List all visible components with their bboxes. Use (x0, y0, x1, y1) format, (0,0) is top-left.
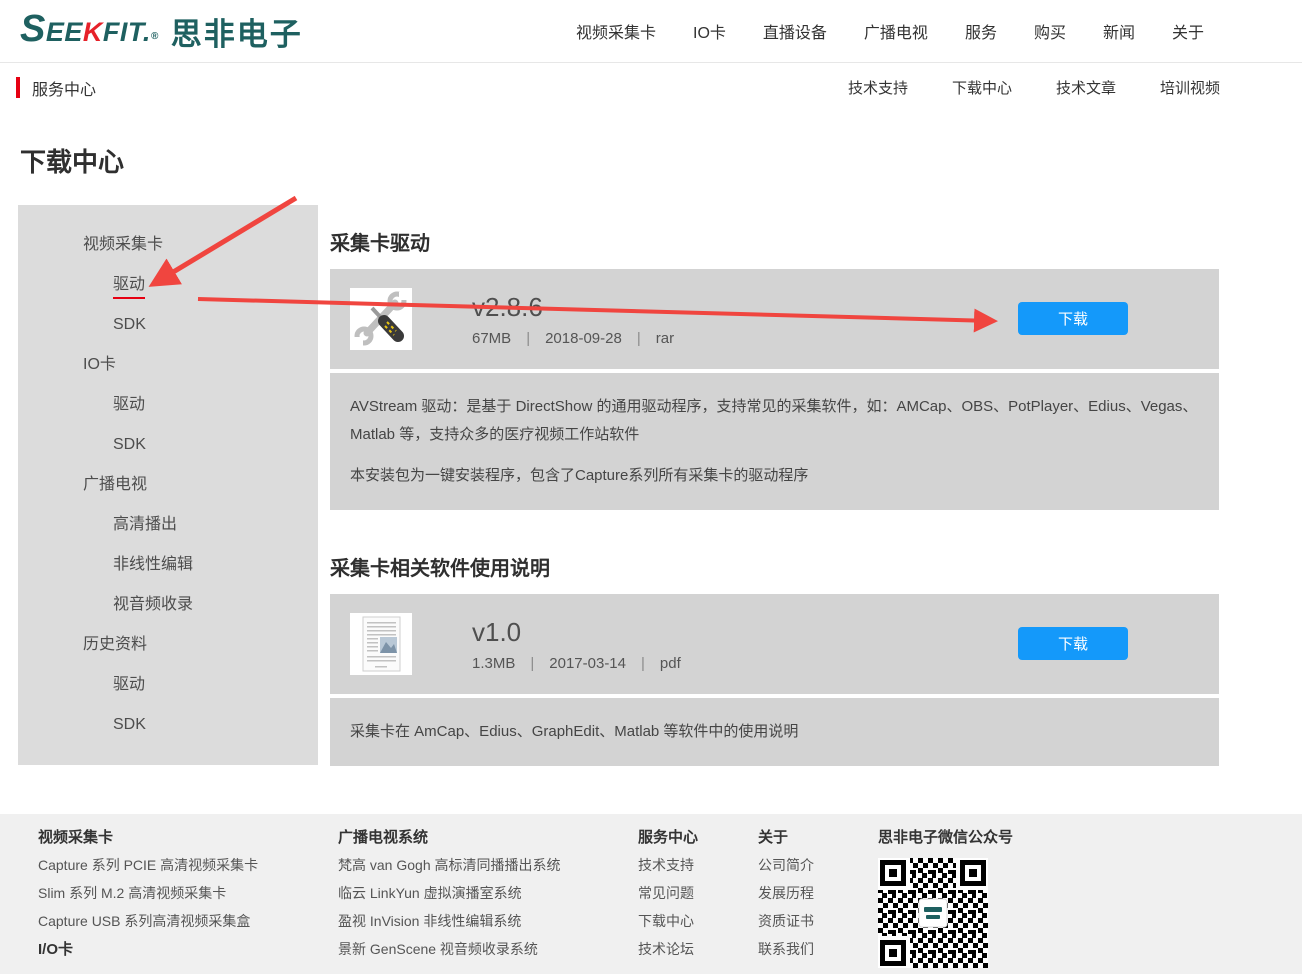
file-info: v1.0 1.3MB | 2017-03-14 | pdf (472, 617, 681, 672)
footer-col-about: 关于 公司简介 发展历程 资质证书 联系我们 (758, 830, 878, 974)
section-title-driver: 采集卡驱动 (330, 227, 1219, 256)
version-label: v1.0 (472, 617, 681, 648)
sidebar-item-broadcast[interactable]: 广播电视 (18, 465, 318, 505)
brand-logo-latin: SEEKFIT.® (20, 15, 159, 48)
download-list: 采集卡驱动 v2.8.6 67MB | 2018-09-28 (330, 205, 1219, 766)
footer-link[interactable]: 临云 LinkYun 虚拟演播室系统 (338, 886, 638, 901)
section-bar: 服务中心 技术支持 下载中心 技术文章 培训视频 (0, 62, 1302, 112)
site-header: SEEKFIT.® 思非电子 视频采集卡 IO卡 直播设备 广播电视 服务 购买… (0, 0, 1302, 62)
file-meta: 67MB | 2018-09-28 | rar (472, 330, 674, 347)
breadcrumb: 服务中心 (16, 76, 96, 100)
page-title: 下载中心 (20, 142, 1302, 179)
footer-col-service: 服务中心 技术支持 常见问题 下载中心 技术论坛 (638, 830, 758, 974)
footer-link[interactable]: 梵高 van Gogh 高标清同播播出系统 (338, 858, 638, 873)
sidebar-item-nonlinear-edit[interactable]: 非线性编辑 (18, 545, 318, 585)
sidebar-item-sdk[interactable]: SDK (18, 305, 318, 345)
file-date: 2018-09-28 (545, 330, 622, 347)
section-title-manual: 采集卡相关软件使用说明 (330, 552, 1219, 581)
description-paragraph: AVStream 驱动：是基于 DirectShow 的通用驱动程序，支持常见的… (350, 393, 1199, 449)
footer-heading: I/O卡 (38, 942, 338, 957)
footer-link[interactable]: 公司简介 (758, 858, 878, 873)
sidebar-item-history-driver[interactable]: 驱动 (18, 665, 318, 705)
file-format: rar (656, 330, 674, 347)
sidebar-item-io-driver[interactable]: 驱动 (18, 385, 318, 425)
site-footer: 视频采集卡 Capture 系列 PCIE 高清视频采集卡 Slim 系列 M.… (0, 814, 1302, 974)
sidebar-item-driver-active[interactable]: 驱动 (18, 265, 318, 305)
brand-logo[interactable]: SEEKFIT.® 思非电子 (20, 9, 303, 54)
nav-item-broadcast-tv[interactable]: 广播电视 (864, 19, 928, 43)
nav-item-service[interactable]: 服务 (965, 19, 997, 43)
sidebar-item-history[interactable]: 历史资料 (18, 625, 318, 665)
subnav-download-center[interactable]: 下载中心 (952, 77, 1012, 98)
sidebar-item-io-sdk[interactable]: SDK (18, 425, 318, 465)
subnav-tech-articles[interactable]: 技术文章 (1056, 77, 1116, 98)
description-paragraph: 采集卡在 AmCap、Edius、GraphEdit、Matlab 等软件中的使… (350, 718, 1199, 746)
manual-description: 采集卡在 AmCap、Edius、GraphEdit、Matlab 等软件中的使… (330, 698, 1219, 766)
download-card-driver: v2.8.6 67MB | 2018-09-28 | rar 下载 (330, 269, 1219, 369)
red-accent-bar (16, 77, 20, 98)
sidebar-item-av-record[interactable]: 视音频收录 (18, 585, 318, 625)
category-sidebar: 视频采集卡 驱动 SDK IO卡 驱动 SDK 广播电视 高清播出 非线性编辑 … (18, 205, 318, 765)
subnav-tech-support[interactable]: 技术支持 (848, 77, 908, 98)
download-card-manual: v1.0 1.3MB | 2017-03-14 | pdf 下载 (330, 594, 1219, 694)
footer-heading: 思非电子微信公众号 (878, 830, 1013, 845)
description-paragraph: 本安装包为一键安装程序，包含了Capture系列所有采集卡的驱动程序 (350, 462, 1199, 490)
meta-separator: | (530, 655, 534, 672)
content-area: 视频采集卡 驱动 SDK IO卡 驱动 SDK 广播电视 高清播出 非线性编辑 … (0, 205, 1302, 766)
nav-item-live-devices[interactable]: 直播设备 (763, 19, 827, 43)
footer-heading: 关于 (758, 830, 878, 845)
meta-separator: | (641, 655, 645, 672)
footer-heading: 广播电视系统 (338, 830, 638, 845)
subnav-training-videos[interactable]: 培训视频 (1160, 77, 1220, 98)
footer-link[interactable]: Capture USB 系列高清视频采集盒 (38, 914, 338, 929)
footer-link[interactable]: 下载中心 (638, 914, 758, 929)
nav-item-buy[interactable]: 购买 (1034, 19, 1066, 43)
footer-col-capture: 视频采集卡 Capture 系列 PCIE 高清视频采集卡 Slim 系列 M.… (38, 830, 338, 974)
footer-heading: 服务中心 (638, 830, 758, 845)
footer-link[interactable]: 联系我们 (758, 942, 878, 957)
footer-link[interactable]: 技术支持 (638, 858, 758, 873)
nav-item-capture-cards[interactable]: 视频采集卡 (576, 19, 656, 43)
sidebar-item-video-capture[interactable]: 视频采集卡 (18, 225, 318, 265)
footer-link[interactable]: 常见问题 (638, 886, 758, 901)
footer-link[interactable]: 资质证书 (758, 914, 878, 929)
sidebar-item-history-sdk[interactable]: SDK (18, 705, 318, 745)
sidebar-item-io-card[interactable]: IO卡 (18, 345, 318, 385)
nav-item-io-cards[interactable]: IO卡 (693, 19, 726, 43)
footer-link[interactable]: 技术论坛 (638, 942, 758, 957)
footer-link[interactable]: 景新 GenScene 视音频收录系统 (338, 942, 638, 957)
meta-separator: | (526, 330, 530, 347)
footer-col-wechat: 思非电子微信公众号 (878, 830, 1013, 974)
nav-item-news[interactable]: 新闻 (1103, 19, 1135, 43)
download-button-driver[interactable]: 下载 (1018, 302, 1128, 335)
footer-link[interactable]: 盈视 InVision 非线性编辑系统 (338, 914, 638, 929)
footer-heading: 视频采集卡 (38, 830, 338, 845)
sidebar-item-hd-playout[interactable]: 高清播出 (18, 505, 318, 545)
driver-description: AVStream 驱动：是基于 DirectShow 的通用驱动程序，支持常见的… (330, 373, 1219, 510)
file-meta: 1.3MB | 2017-03-14 | pdf (472, 655, 681, 672)
footer-link[interactable]: Slim 系列 M.2 高清视频采集卡 (38, 886, 338, 901)
wechat-qr-code (878, 858, 988, 968)
file-format: pdf (660, 655, 681, 672)
meta-separator: | (637, 330, 641, 347)
version-label: v2.8.6 (472, 292, 674, 323)
document-icon (350, 613, 412, 675)
file-date: 2017-03-14 (549, 655, 626, 672)
file-size: 1.3MB (472, 655, 515, 672)
file-info: v2.8.6 67MB | 2018-09-28 | rar (472, 292, 674, 347)
nav-item-about[interactable]: 关于 (1172, 19, 1204, 43)
file-size: 67MB (472, 330, 511, 347)
download-button-manual[interactable]: 下载 (1018, 627, 1128, 660)
tools-icon (350, 288, 412, 350)
breadcrumb-title: 服务中心 (32, 76, 96, 100)
main-nav: 视频采集卡 IO卡 直播设备 广播电视 服务 购买 新闻 关于 (576, 19, 1204, 43)
footer-col-broadcast: 广播电视系统 梵高 van Gogh 高标清同播播出系统 临云 LinkYun … (338, 830, 638, 974)
footer-link[interactable]: 发展历程 (758, 886, 878, 901)
brand-logo-chinese: 思非电子 (171, 9, 303, 54)
footer-link[interactable]: Capture 系列 PCIE 高清视频采集卡 (38, 858, 338, 873)
service-subnav: 技术支持 下载中心 技术文章 培训视频 (848, 77, 1220, 98)
